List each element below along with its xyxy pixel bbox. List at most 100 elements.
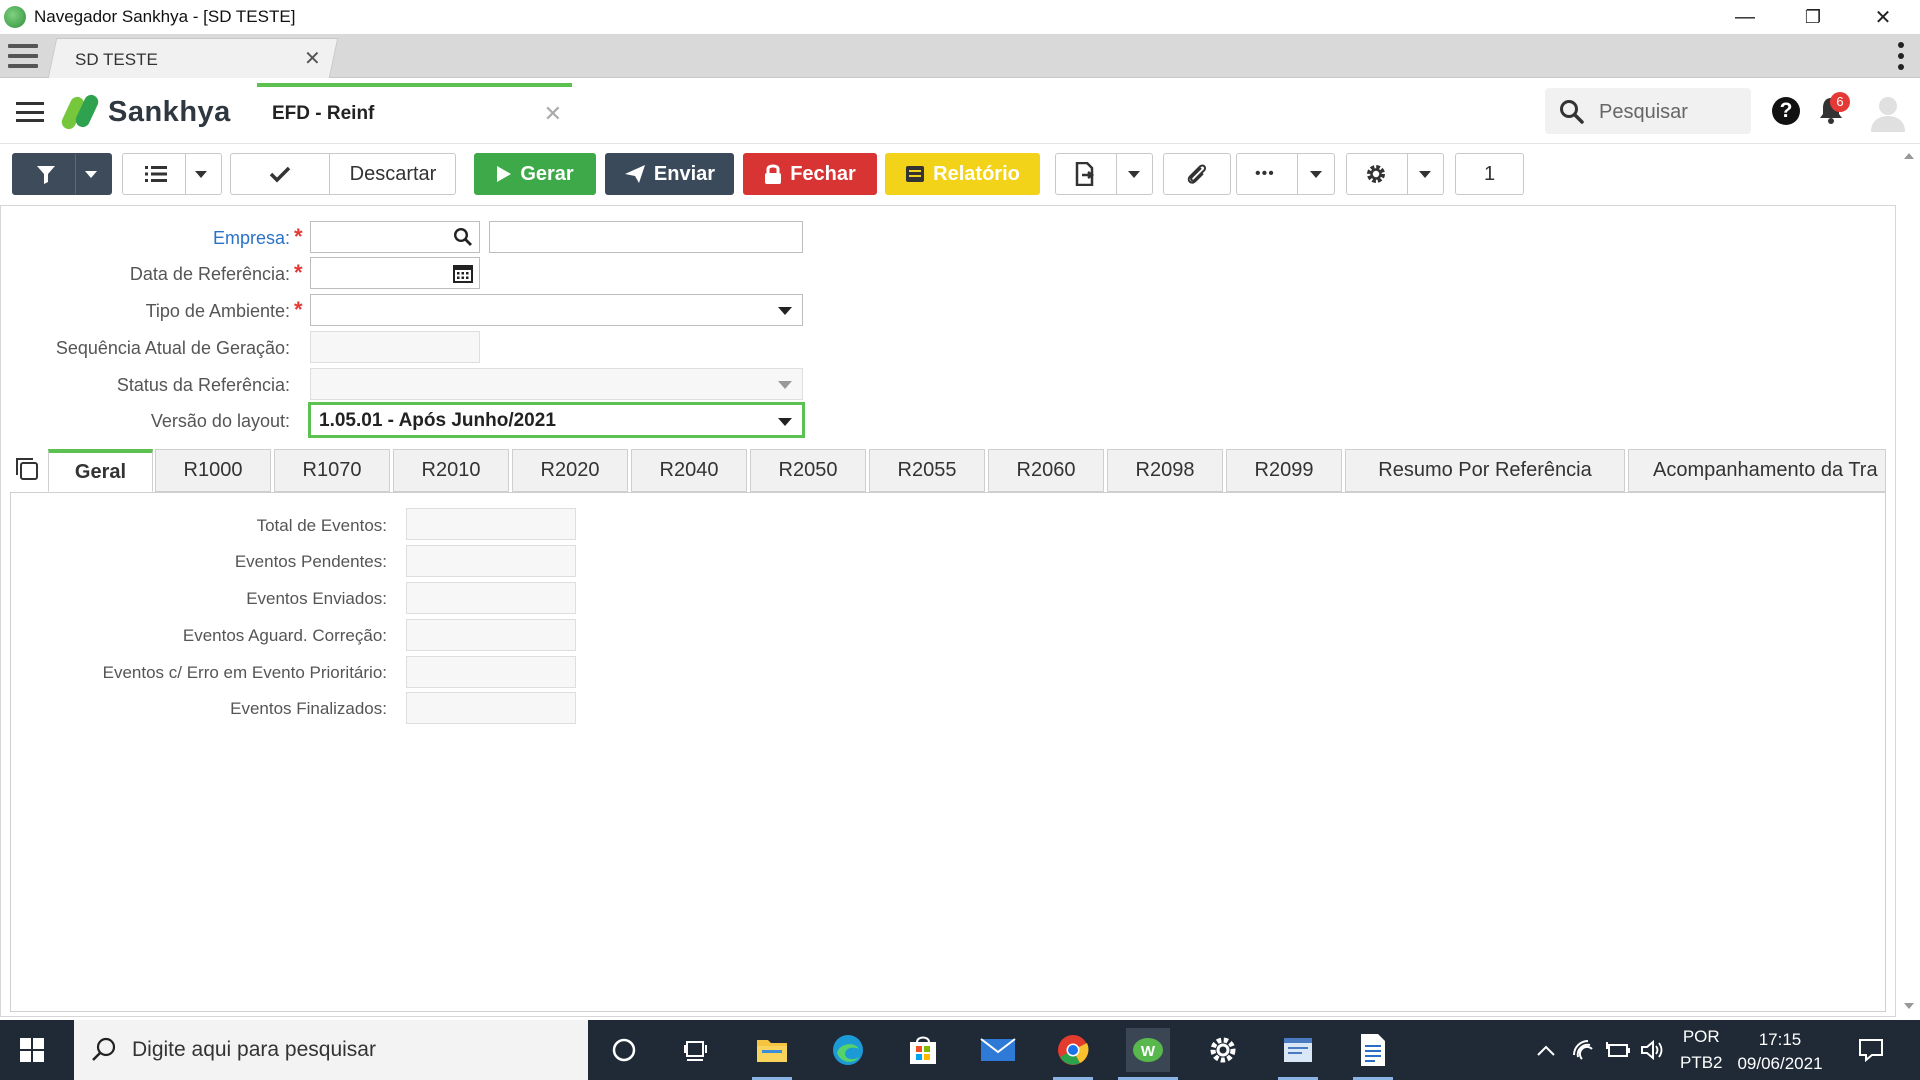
edge-browser-icon[interactable] — [826, 1028, 870, 1072]
microsoft-store-icon[interactable] — [901, 1028, 945, 1072]
tab-label: R2098 — [1135, 459, 1195, 481]
settings-button[interactable] — [1346, 153, 1444, 195]
screen-tab-close-icon[interactable]: ✕ — [544, 101, 562, 127]
tab-r2098[interactable]: R2098 — [1107, 449, 1223, 492]
sankhya-taskbar-icon[interactable]: W — [1118, 1028, 1178, 1080]
filter-button[interactable] — [12, 153, 112, 195]
eventos-erro-field — [406, 656, 576, 688]
tab-r2060[interactable]: R2060 — [988, 449, 1104, 492]
windows-start-icon[interactable] — [20, 1038, 44, 1062]
battery-icon[interactable] — [1606, 1020, 1632, 1080]
calendar-icon[interactable] — [453, 263, 473, 283]
gerar-button[interactable]: Gerar — [474, 153, 596, 195]
header-search[interactable]: Pesquisar — [1545, 88, 1751, 134]
taskbar-search[interactable]: Digite aqui para pesquisar — [74, 1020, 588, 1080]
screen-tab-label: EFD - Reinf — [272, 103, 375, 124]
language-top: POR — [1682, 1027, 1720, 1046]
total-eventos-field — [406, 508, 576, 540]
browser-tab-close-icon[interactable]: ✕ — [304, 46, 321, 71]
vertical-scrollbar[interactable] — [1898, 145, 1920, 1015]
app-menu-icon[interactable] — [8, 44, 38, 68]
chevron-down-icon[interactable] — [85, 170, 97, 178]
fechar-label: Fechar — [790, 162, 856, 185]
chevron-down-icon[interactable] — [195, 170, 207, 178]
hamburger-menu-icon[interactable] — [16, 102, 44, 122]
descartar-button[interactable]: Descartar — [329, 163, 457, 186]
search-icon — [1560, 100, 1584, 124]
enviar-button[interactable]: Enviar — [605, 153, 734, 195]
sequencia-input — [310, 331, 480, 363]
total-eventos-label: Total de Eventos: — [256, 516, 387, 535]
scroll-up-icon[interactable] — [1904, 153, 1914, 159]
taskbar: Digite aqui para pesquisar W POR PTB2 17… — [0, 1020, 1920, 1080]
help-icon[interactable]: ? — [1772, 97, 1800, 125]
task-view-icon[interactable] — [674, 1028, 718, 1072]
cortana-icon[interactable] — [602, 1028, 646, 1072]
save-discard-group: Descartar — [230, 153, 456, 195]
page-number-indicator[interactable]: 1 — [1455, 153, 1524, 195]
screen-tab-efd-reinf[interactable]: EFD - Reinf ✕ — [257, 83, 572, 139]
notification-center-icon[interactable] — [1858, 1020, 1884, 1080]
scroll-down-icon[interactable] — [1904, 1003, 1914, 1009]
search-icon[interactable] — [453, 227, 473, 247]
save-button[interactable] — [231, 154, 329, 194]
export-button[interactable] — [1055, 153, 1153, 195]
fechar-button[interactable]: Fechar — [743, 153, 877, 195]
empresa-code-input[interactable] — [310, 221, 480, 253]
language-bottom: PTB2 — [1680, 1053, 1723, 1072]
language-indicator[interactable]: POR PTB2 — [1680, 1020, 1723, 1080]
tab-r2050[interactable]: R2050 — [750, 449, 866, 492]
tipo-ambiente-select[interactable] — [310, 294, 803, 326]
tab-label: R2040 — [659, 459, 719, 481]
tab-label: R2060 — [1016, 459, 1076, 481]
chevron-down-icon[interactable] — [1419, 170, 1431, 178]
restore-button[interactable]: ❐ — [1778, 0, 1848, 34]
play-icon — [497, 166, 512, 182]
data-referencia-input[interactable] — [310, 257, 480, 289]
check-icon — [269, 166, 291, 183]
tab-r2020[interactable]: R2020 — [512, 449, 628, 492]
chrome-icon[interactable] — [1051, 1028, 1095, 1080]
enviar-label: Enviar — [653, 162, 716, 185]
tab-acompanhamento[interactable]: Acompanhamento da Tra — [1628, 449, 1886, 492]
tab-r2010[interactable]: R2010 — [393, 449, 509, 492]
versao-layout-label: Versão do layout: — [150, 411, 290, 431]
tab-resumo-por-referencia[interactable]: Resumo Por Referência — [1345, 449, 1625, 492]
clock[interactable]: 17:15 09/06/2021 — [1720, 1028, 1840, 1076]
kebab-menu-icon[interactable] — [1898, 42, 1906, 70]
chevron-down-icon[interactable] — [1128, 170, 1140, 178]
tab-r2099[interactable]: R2099 — [1226, 449, 1342, 492]
tray-overflow-icon[interactable] — [1536, 1020, 1556, 1080]
versao-layout-select[interactable]: 1.05.01 - Após Junho/2021 — [308, 402, 805, 438]
tab-label: R2099 — [1254, 459, 1314, 481]
eventos-finalizados-field — [406, 692, 576, 724]
more-options-button[interactable]: ••• — [1236, 153, 1335, 195]
tab-label: R2050 — [778, 459, 838, 481]
wifi-icon[interactable] — [1572, 1020, 1596, 1080]
list-icon — [145, 166, 167, 182]
minimize-button[interactable]: — — [1710, 0, 1780, 34]
avatar[interactable] — [1868, 92, 1908, 132]
tab-r2040[interactable]: R2040 — [631, 449, 747, 492]
tab-r1000[interactable]: R1000 — [155, 449, 271, 492]
window-title: Navegador Sankhya - [SD TESTE] — [34, 7, 296, 26]
empresa-name-input[interactable] — [489, 221, 803, 253]
document-viewer-icon[interactable] — [1276, 1028, 1320, 1080]
word-document-icon[interactable] — [1351, 1028, 1395, 1080]
file-explorer-icon[interactable] — [750, 1028, 794, 1080]
chevron-down-icon[interactable] — [1310, 170, 1322, 178]
settings-gear-icon[interactable] — [1201, 1028, 1245, 1072]
tab-r2055[interactable]: R2055 — [869, 449, 985, 492]
notification-badge: 6 — [1830, 92, 1850, 112]
copy-icon[interactable] — [14, 456, 40, 482]
mail-icon[interactable] — [976, 1028, 1020, 1072]
tab-r1070[interactable]: R1070 — [274, 449, 390, 492]
list-view-button[interactable] — [122, 153, 222, 195]
tab-geral[interactable]: Geral — [48, 449, 153, 492]
attachment-button[interactable] — [1163, 153, 1231, 195]
logo-text: Sankhya — [108, 95, 231, 128]
close-window-button[interactable]: ✕ — [1848, 0, 1918, 34]
eventos-enviados-label: Eventos Enviados: — [246, 589, 387, 608]
volume-icon[interactable] — [1640, 1020, 1666, 1080]
relatorio-button[interactable]: Relatório — [885, 153, 1040, 195]
